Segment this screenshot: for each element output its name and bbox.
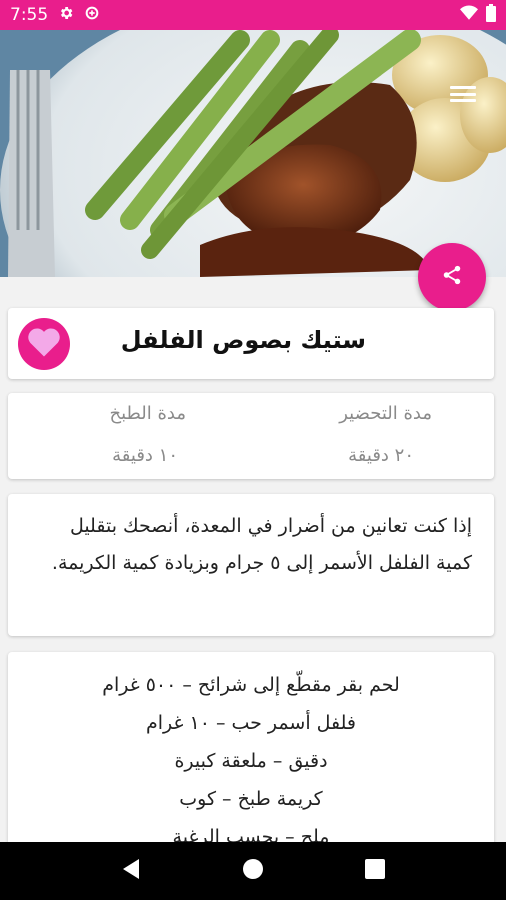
navigation-bar <box>0 842 506 900</box>
title-card: ستيك بصوص الفلفل <box>8 308 494 379</box>
ingredient-item: كريمة طبخ – كوب <box>179 788 323 810</box>
ingredient-item: دقيق – ملعقة كبيرة <box>174 750 328 772</box>
ingredient-item: لحم بقر مقطّع إلى شرائح – ٥٠٠ غرام <box>102 674 400 696</box>
recipe-note: إذا كنت تعانين من أضرار في المعدة، أنصحك… <box>51 515 472 574</box>
status-bar: 7:55 <box>0 0 506 30</box>
ingredients-list: لحم بقر مقطّع إلى شرائح – ٥٠٠ غرام فلفل … <box>8 666 494 856</box>
times-card: مدة التحضير ٢٠ دقيقة مدة الطبخ ١٠ دقيقة <box>8 393 494 479</box>
prep-time-label: مدة التحضير <box>339 403 432 424</box>
note-card: إذا كنت تعانين من أضرار في المعدة، أنصحك… <box>8 494 494 636</box>
home-icon[interactable] <box>242 858 264 884</box>
recents-icon[interactable] <box>365 859 386 883</box>
wifi-icon <box>460 5 478 26</box>
share-icon <box>441 264 463 290</box>
favorite-button[interactable] <box>18 318 70 370</box>
recipe-photo <box>0 30 506 277</box>
settings-icon <box>58 5 74 26</box>
cook-time-value: ١٠ دقيقة <box>112 445 178 466</box>
battery-icon <box>486 3 496 27</box>
prep-time-value: ٢٠ دقيقة <box>348 445 414 466</box>
share-button[interactable] <box>418 243 486 311</box>
recipe-title: ستيك بصوص الفلفل <box>120 326 366 354</box>
ingredient-item: فلفل أسمر حب – ١٠ غرام <box>145 712 357 734</box>
status-time: 7:55 <box>10 5 49 25</box>
back-icon[interactable] <box>121 858 141 884</box>
heart-icon <box>26 326 62 362</box>
cook-time-label: مدة الطبخ <box>109 403 186 424</box>
menu-button[interactable] <box>450 82 476 106</box>
data-saver-icon <box>84 5 100 26</box>
